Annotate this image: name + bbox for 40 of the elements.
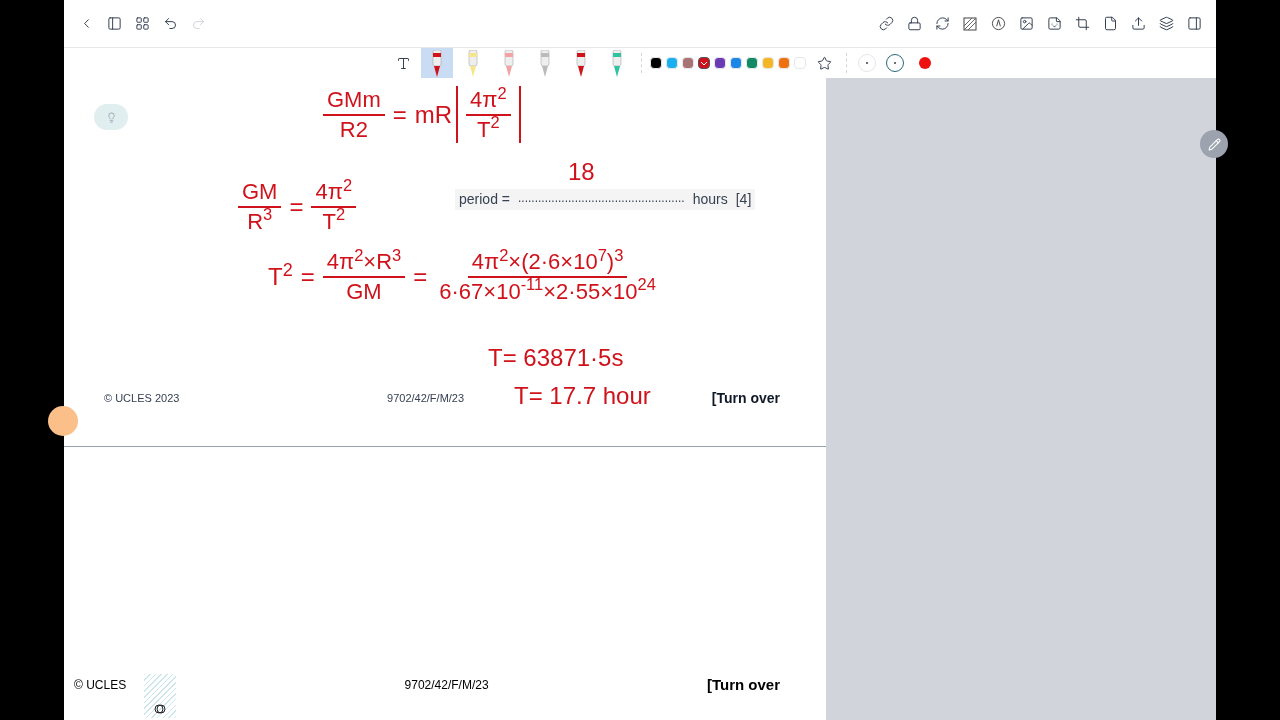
handwriting: =	[412, 261, 429, 292]
handwriting: mR	[413, 99, 454, 130]
layer-toggle[interactable]	[144, 674, 176, 718]
handwritten-fraction: 4π$^{2}$×(2·6×10$^{7}$)$^{3}$ 6·67×10$^{-11}$×2·55×10$^{24}$	[438, 248, 657, 305]
footer-copyright: © UCLES	[74, 676, 127, 694]
handwritten-fraction: 4π$^{2}$×R$^{3}$ GM	[318, 248, 410, 305]
handwritten-fraction: GMm R2	[319, 86, 389, 143]
handwriting: =	[391, 99, 408, 130]
pen-icon	[503, 50, 515, 78]
pen-icon	[431, 50, 443, 78]
footer-copyright: © UCLES 2023	[104, 391, 180, 407]
check-icon	[700, 59, 708, 67]
handwriting: =	[288, 191, 305, 222]
handwriting: =	[299, 261, 316, 292]
footer-turn-over: [Turn over	[706, 674, 780, 695]
handwriting: T= 17.7 hour	[513, 381, 652, 411]
handwritten-fraction: 4π$^{2}$ T$^{2}$	[307, 178, 361, 235]
handwritten-fraction: 4π$^{2}$ T$^{2}$	[456, 86, 521, 143]
handwriting: 18	[567, 157, 596, 187]
footer-code: 9702/42/F/M/23	[404, 676, 489, 694]
lightbulb-icon	[105, 111, 117, 123]
edit-button[interactable]	[1200, 130, 1228, 158]
current-color[interactable]	[919, 57, 931, 69]
pen-icon	[611, 50, 623, 78]
color-swatch[interactable]	[698, 57, 710, 69]
answer-marks: [4]	[735, 190, 752, 209]
contrast-icon	[154, 704, 166, 714]
answer-label: period =	[459, 190, 510, 209]
pencil-icon	[1207, 137, 1221, 151]
answer-unit: hours	[692, 190, 728, 209]
answer-line: ..................................................	[518, 190, 685, 207]
handwriting: T= 63871·5s	[487, 343, 625, 373]
handwritten-fraction: GM R$^{3}$	[234, 178, 286, 235]
handwriting: T$^{2}$	[267, 258, 294, 292]
footer-code: 9702/42/F/M/23	[387, 391, 465, 407]
pen-icon	[539, 50, 551, 78]
pen-tool[interactable]	[421, 48, 453, 78]
footer-turn-over: [Turn over	[711, 389, 780, 408]
pen-icon	[575, 50, 587, 78]
pen-icon	[467, 50, 479, 78]
